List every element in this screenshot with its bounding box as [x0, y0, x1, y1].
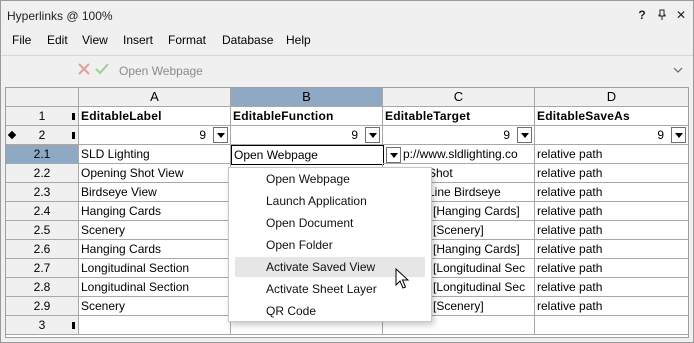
row-header-2-3[interactable]: 2.3	[6, 183, 79, 202]
menu-edit[interactable]: Edit	[47, 33, 68, 47]
width-value: 9	[351, 128, 358, 142]
close-button[interactable]: ✕	[673, 7, 689, 23]
window-title: Hyperlinks @ 100%	[7, 9, 113, 23]
row-marker	[72, 113, 75, 120]
cell-d-2-5[interactable]: relative path	[535, 221, 688, 240]
cell-a-2-8[interactable]: Longitudinal Section	[79, 278, 231, 297]
header-cell-d[interactable]: EditableSaveAs	[535, 107, 688, 126]
corner-cell[interactable]	[6, 88, 79, 107]
row-header-2-2[interactable]: 2.2	[6, 164, 79, 183]
option-open-document[interactable]: Open Document	[235, 213, 425, 233]
width-cell-c[interactable]: 9	[383, 126, 535, 145]
menu-bar: File Edit View Insert Format Database He…	[1, 29, 693, 53]
width-value: 9	[657, 128, 664, 142]
menu-file[interactable]: File	[12, 33, 31, 47]
cell-b-2-1-editor[interactable]: Open Webpage	[231, 145, 384, 165]
cell-a-2-9[interactable]: Scenery	[79, 297, 231, 316]
width-cell-b[interactable]: 9	[231, 126, 383, 145]
row-header-1[interactable]: 1	[6, 107, 79, 126]
row-header-2-9[interactable]: 2.9	[6, 297, 79, 316]
accept-edit-icon[interactable]	[95, 62, 109, 76]
row-header-2-1[interactable]: 2.1	[6, 145, 79, 164]
cell-text: p://www.sldlighting.co	[403, 147, 518, 161]
menu-view[interactable]: View	[82, 33, 108, 47]
menu-insert[interactable]: Insert	[123, 33, 153, 47]
header-cell-b[interactable]: EditableFunction	[231, 107, 383, 126]
dropdown-arrow-button[interactable]	[365, 127, 380, 143]
cell-a-2-7[interactable]: Longitudinal Section	[79, 259, 231, 278]
cell-a-2-5[interactable]: Scenery	[79, 221, 231, 240]
row-label: 3	[38, 318, 46, 332]
function-dropdown-button[interactable]	[386, 147, 401, 163]
row-header-2-5[interactable]: 2.5	[6, 221, 79, 240]
cell-a-2-3[interactable]: Birdseye View	[79, 183, 231, 202]
column-header-b[interactable]: B	[231, 88, 383, 107]
title-bar: Hyperlinks @ 100% ? ✕	[1, 1, 693, 29]
column-header-c[interactable]: C	[383, 88, 535, 107]
command-bar: Open Webpage	[1, 55, 693, 85]
mouse-cursor-icon	[395, 268, 409, 289]
width-value: 9	[503, 128, 510, 142]
option-launch-application[interactable]: Launch Application	[235, 191, 425, 211]
editor-value: Open Webpage	[234, 148, 318, 162]
formula-input[interactable]: Open Webpage	[117, 60, 669, 82]
row-header-2-7[interactable]: 2.7	[6, 259, 79, 278]
menu-help[interactable]: Help	[286, 33, 311, 47]
cancel-edit-icon[interactable]	[77, 62, 91, 76]
cell-a-2-6[interactable]: Hanging Cards	[79, 240, 231, 259]
menu-database[interactable]: Database	[222, 33, 273, 47]
hyperlinks-window: Hyperlinks @ 100% ? ✕ File Edit View Ins…	[0, 0, 694, 343]
row-label: 2	[38, 128, 46, 142]
diamond-icon	[7, 130, 17, 140]
width-cell-d[interactable]: 9	[535, 126, 688, 145]
column-header-a[interactable]: A	[79, 88, 231, 107]
cell-d-2-4[interactable]: relative path	[535, 202, 688, 221]
dropdown-arrow-button[interactable]	[517, 127, 532, 143]
cell-d-2-6[interactable]: relative path	[535, 240, 688, 259]
option-open-webpage[interactable]: Open Webpage	[235, 169, 425, 189]
dropdown-arrow-button[interactable]	[671, 127, 686, 143]
header-cell-a[interactable]: EditableLabel	[79, 107, 231, 126]
width-cell-a[interactable]: 9	[79, 126, 231, 145]
width-value: 9	[199, 128, 206, 142]
cell-d-2-1[interactable]: relative path	[535, 145, 688, 164]
option-open-folder[interactable]: Open Folder	[235, 235, 425, 255]
pin-button[interactable]	[654, 7, 670, 23]
cell-d-2-7[interactable]: relative path	[535, 259, 688, 278]
cell-a-2-4[interactable]: Hanging Cards	[79, 202, 231, 221]
chevron-down-icon[interactable]	[673, 66, 683, 74]
cell-d-2-8[interactable]: relative path	[535, 278, 688, 297]
row-header-2[interactable]: 2	[6, 126, 79, 145]
header-cell-c[interactable]: EditableTarget	[383, 107, 535, 126]
dropdown-arrow-button[interactable]	[213, 127, 228, 143]
help-button[interactable]: ?	[634, 7, 650, 23]
cell-c-2-1[interactable]: p://www.sldlighting.co	[383, 145, 535, 164]
row-marker	[72, 322, 75, 329]
cell-d-2-3[interactable]: relative path	[535, 183, 688, 202]
row-header-2-6[interactable]: 2.6	[6, 240, 79, 259]
cell-d-2-2[interactable]: relative path	[535, 164, 688, 183]
row-header-2-8[interactable]: 2.8	[6, 278, 79, 297]
cell-d-3[interactable]	[535, 316, 688, 335]
cell-d-2-9[interactable]: relative path	[535, 297, 688, 316]
cell-a-3[interactable]	[79, 316, 231, 335]
cell-a-2-2[interactable]: Opening Shot View	[79, 164, 231, 183]
row-label: 1	[38, 109, 46, 123]
menu-format[interactable]: Format	[168, 33, 206, 47]
cell-a-2-1[interactable]: SLD Lighting	[79, 145, 231, 164]
row-header-2-4[interactable]: 2.4	[6, 202, 79, 221]
column-header-d[interactable]: D	[535, 88, 688, 107]
function-dropdown-list: Open Webpage Launch Application Open Doc…	[228, 167, 432, 322]
pin-icon	[658, 9, 666, 20]
row-header-3[interactable]: 3	[6, 316, 79, 335]
row-marker	[72, 132, 75, 139]
option-qr-code[interactable]: QR Code	[235, 301, 425, 321]
